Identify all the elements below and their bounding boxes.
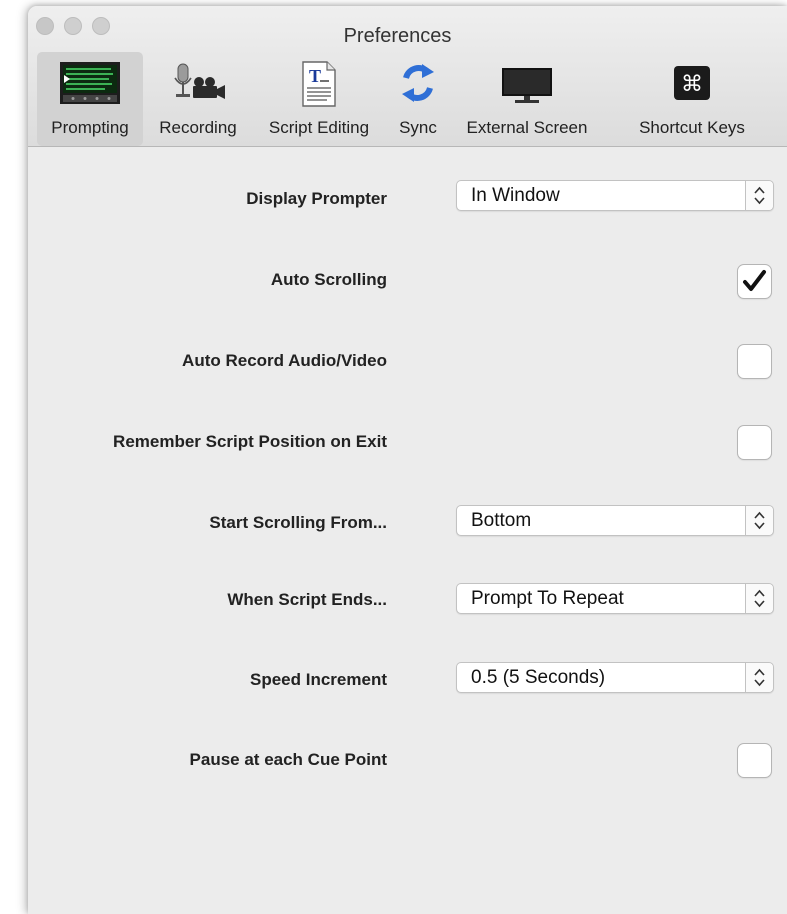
prompter-screen-icon — [60, 62, 120, 104]
sync-arrows-icon — [402, 64, 434, 102]
start-scrolling-select[interactable]: Bottom — [456, 505, 774, 536]
preferences-window: Preferences Prompting Recording T Script… — [28, 6, 787, 914]
auto-scrolling-checkbox[interactable] — [737, 264, 772, 299]
pause-cue-checkbox[interactable] — [737, 743, 772, 778]
start-scrolling-label: Start Scrolling From... — [209, 513, 387, 532]
pause-cue-label: Pause at each Cue Point — [189, 750, 387, 769]
auto-record-checkbox[interactable] — [737, 344, 772, 379]
window-title: Preferences — [343, 25, 452, 47]
tab-sync-label: Sync — [399, 118, 437, 137]
display-prompter-select[interactable]: In Window — [456, 180, 774, 211]
auto-scrolling-label: Auto Scrolling — [270, 270, 387, 289]
document-text-icon: T — [302, 61, 336, 107]
when-script-ends-label: When Script Ends... — [227, 590, 387, 609]
select-stepper-icon — [745, 663, 773, 692]
title-bar: Preferences Prompting Recording T Script… — [28, 6, 787, 147]
tab-script-editing[interactable]: T Script Editing — [252, 52, 386, 146]
display-prompter-label: Display Prompter — [246, 189, 387, 208]
svg-text:⌘: ⌘ — [681, 72, 703, 97]
mic-camera-icon — [174, 63, 225, 99]
tab-sync[interactable]: Sync — [388, 52, 448, 146]
select-stepper-icon — [745, 584, 773, 613]
start-scrolling-value: Bottom — [471, 510, 532, 531]
svg-text:T: T — [309, 66, 321, 86]
tab-shortcut-keys[interactable]: ⌘ Shortcut Keys — [624, 52, 760, 146]
tab-recording-label: Recording — [159, 118, 237, 137]
checkmark-icon — [743, 270, 766, 291]
preferences-toolbar: Prompting Recording T Script Editing Syn… — [28, 52, 787, 146]
speed-increment-label: Speed Increment — [250, 670, 387, 689]
when-script-ends-value: Prompt To Repeat — [471, 588, 624, 609]
when-script-ends-select[interactable]: Prompt To Repeat — [456, 583, 774, 614]
tab-external-screen-label: External Screen — [466, 118, 588, 137]
prompting-settings-panel: Display Prompter In Window Auto Scrollin… — [28, 147, 787, 914]
tab-recording[interactable]: Recording — [146, 52, 250, 146]
auto-record-label: Auto Record Audio/Video — [182, 351, 387, 370]
tab-external-screen[interactable]: External Screen — [450, 52, 604, 146]
tab-prompting[interactable]: Prompting — [37, 52, 143, 146]
select-stepper-icon — [745, 506, 773, 535]
tab-shortcut-keys-label: Shortcut Keys — [639, 118, 745, 137]
select-stepper-icon — [745, 181, 773, 210]
remember-position-label: Remember Script Position on Exit — [113, 432, 387, 451]
monitor-icon — [502, 68, 552, 103]
remember-position-checkbox[interactable] — [737, 425, 772, 460]
tab-script-editing-label: Script Editing — [268, 118, 370, 137]
speed-increment-value: 0.5 (5 Seconds) — [471, 667, 606, 688]
tab-prompting-label: Prompting — [51, 118, 129, 137]
display-prompter-value: In Window — [471, 185, 560, 206]
command-key-icon: ⌘ — [674, 66, 710, 100]
speed-increment-select[interactable]: 0.5 (5 Seconds) — [456, 662, 774, 693]
